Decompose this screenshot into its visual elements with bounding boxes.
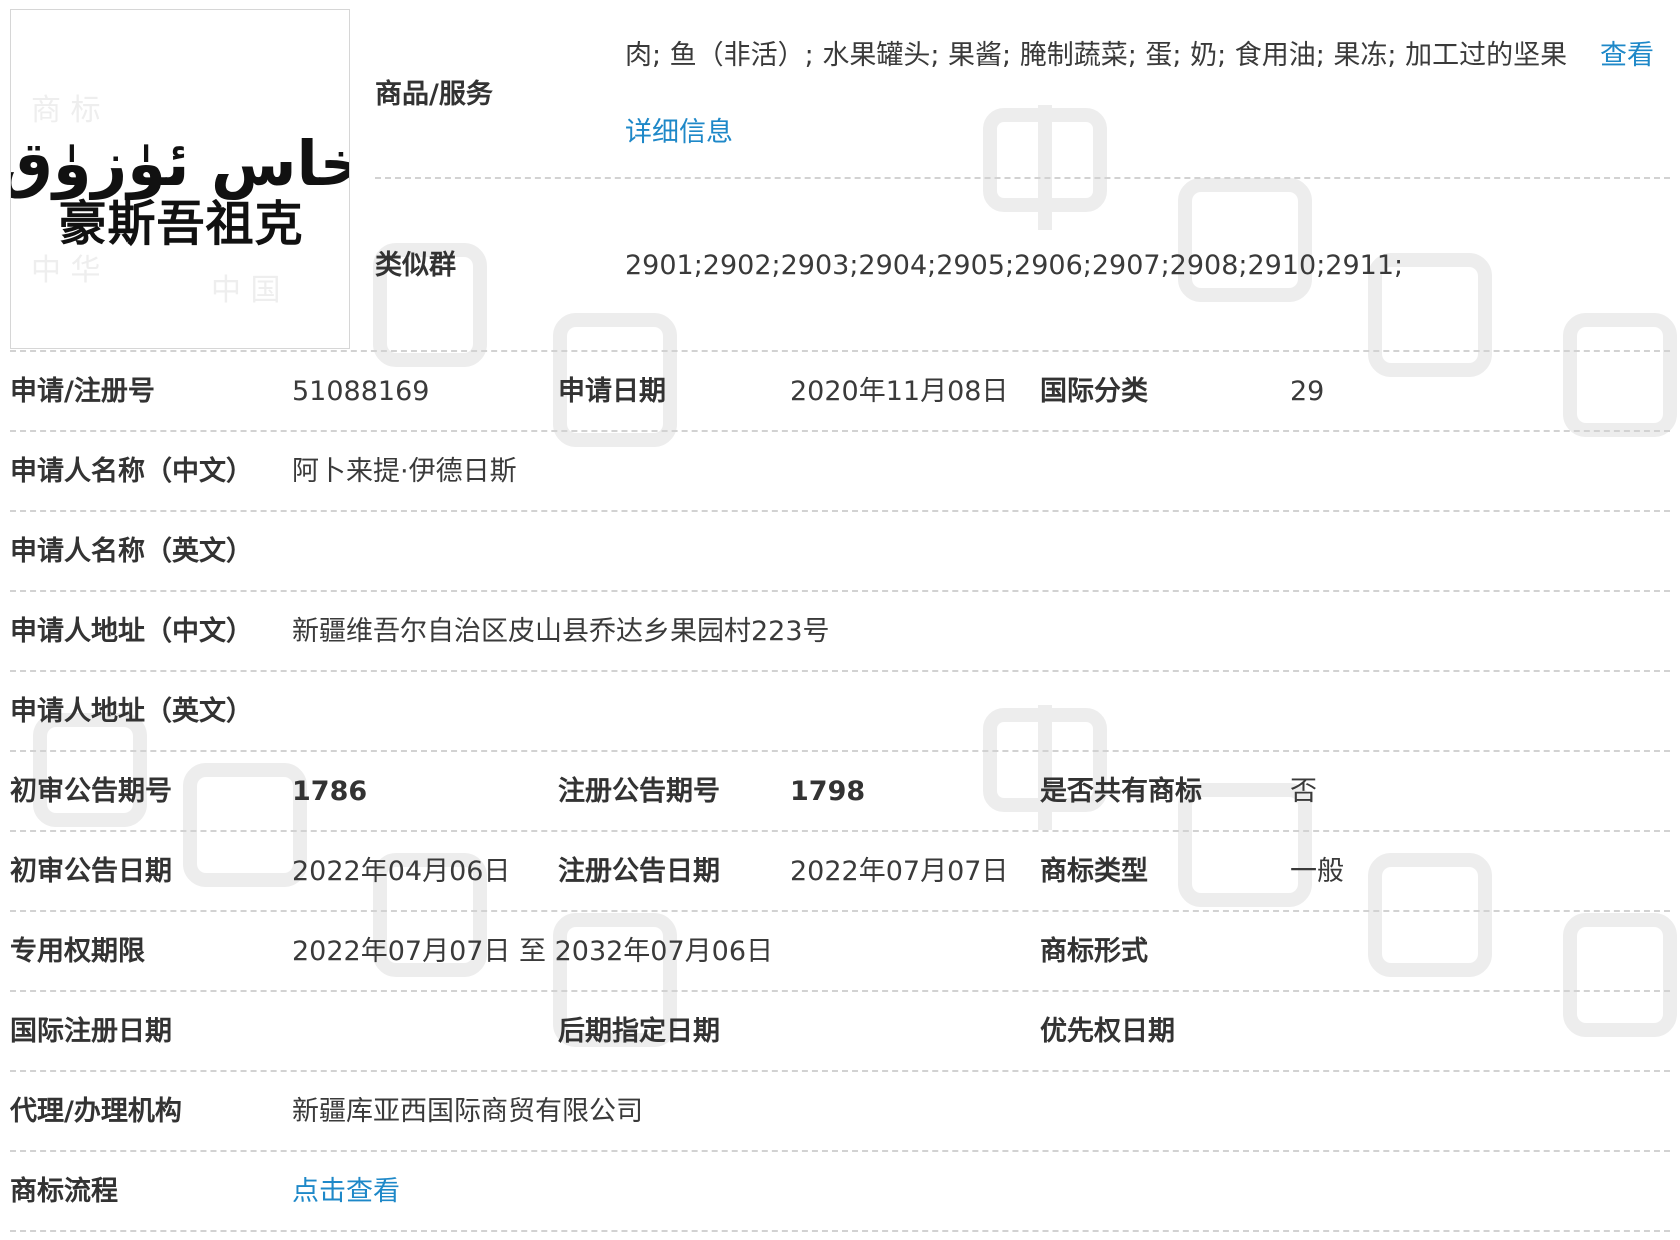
- reg-no-label: 申请/注册号: [10, 376, 155, 407]
- divider: [10, 670, 1670, 672]
- prelim-issue-label: 初审公告期号: [10, 776, 172, 807]
- similar-group-label: 类似群: [375, 250, 456, 281]
- agency-value: 新疆库亚西国际商贸有限公司: [292, 1096, 643, 1127]
- similar-group-value: 2901;2902;2903;2904;2905;2906;2907;2908;…: [625, 250, 1404, 281]
- shared-label: 是否共有商标: [1040, 776, 1202, 807]
- divider: [10, 1230, 1670, 1232]
- reg-date-value: 2022年07月07日: [790, 856, 1009, 887]
- divider: [10, 590, 1670, 592]
- divider: [10, 430, 1670, 432]
- intl-class-label: 国际分类: [1040, 376, 1148, 407]
- priority-date-label: 优先权日期: [1040, 1016, 1175, 1047]
- reg-date-label: 注册公告日期: [558, 856, 720, 887]
- svg-text:中 国: 中 国: [211, 273, 281, 308]
- svg-text:商 标: 商 标: [31, 93, 101, 128]
- shared-value: 否: [1290, 776, 1317, 807]
- prelim-issue-value: 1786: [292, 776, 368, 807]
- applicant-cn-value: 阿卜来提·伊德日斯: [292, 456, 517, 487]
- tm-form-label: 商标形式: [1040, 936, 1148, 967]
- apply-date-label: 申请日期: [558, 376, 666, 407]
- goods-detail-link[interactable]: 详细信息: [625, 117, 733, 149]
- intl-reg-date-label: 国际注册日期: [10, 1016, 172, 1047]
- reg-no-value: 51088169: [292, 376, 430, 407]
- process-view-link[interactable]: 点击查看: [292, 1176, 400, 1208]
- trademark-detail-panel: 商 标 中 国 中 华 خاس ئۈزۈق 豪斯吾祖克 商品/服务 肉; 鱼（非…: [0, 0, 1680, 1240]
- applicant-en-label: 申请人名称（英文）: [10, 536, 253, 567]
- tm-type-label: 商标类型: [1040, 856, 1148, 887]
- exclusive-period-value: 2022年07月07日 至 2032年07月06日: [292, 936, 774, 967]
- tm-type-value: 一般: [1290, 856, 1344, 887]
- logo-chinese-text: 豪斯吾祖克: [58, 196, 303, 252]
- divider: [10, 1150, 1670, 1152]
- svg-text:中 华: 中 华: [31, 253, 101, 288]
- divider: [10, 990, 1670, 992]
- applicant-cn-label: 申请人名称（中文）: [10, 456, 253, 487]
- address-cn-value: 新疆维吾尔自治区皮山县乔达乡果园村223号: [292, 616, 830, 647]
- goods-label: 商品/服务: [375, 79, 493, 110]
- divider: [375, 177, 1670, 179]
- divider: [10, 830, 1670, 832]
- reg-issue-value: 1798: [790, 776, 866, 807]
- goods-value: 肉; 鱼（非活）; 水果罐头; 果酱; 腌制蔬菜; 蛋; 奶; 食用油; 果冻;…: [625, 40, 1568, 71]
- prelim-date-value: 2022年04月06日: [292, 856, 511, 887]
- address-cn-label: 申请人地址（中文）: [10, 616, 253, 647]
- divider: [10, 350, 1670, 352]
- divider: [10, 750, 1670, 752]
- divider: [10, 910, 1670, 912]
- goods-view-link[interactable]: 查看: [1600, 40, 1654, 72]
- reg-issue-label: 注册公告期号: [558, 776, 720, 807]
- prelim-date-label: 初审公告日期: [10, 856, 172, 887]
- exclusive-period-label: 专用权期限: [10, 936, 145, 967]
- agency-label: 代理/办理机构: [10, 1096, 182, 1127]
- divider: [10, 510, 1670, 512]
- divider: [10, 1070, 1670, 1072]
- later-designation-date-label: 后期指定日期: [558, 1016, 720, 1047]
- trademark-logo: 商 标 中 国 中 华 خاس ئۈزۈق 豪斯吾祖克: [11, 93, 350, 308]
- apply-date-value: 2020年11月08日: [790, 376, 1009, 407]
- process-label: 商标流程: [10, 1176, 118, 1207]
- trademark-image[interactable]: 商 标 中 国 中 华 خاس ئۈزۈق 豪斯吾祖克: [10, 9, 350, 349]
- logo-uyghur-text: خاس ئۈزۈق: [11, 127, 350, 200]
- address-en-label: 申请人地址（英文）: [10, 696, 253, 727]
- intl-class-value: 29: [1290, 376, 1325, 407]
